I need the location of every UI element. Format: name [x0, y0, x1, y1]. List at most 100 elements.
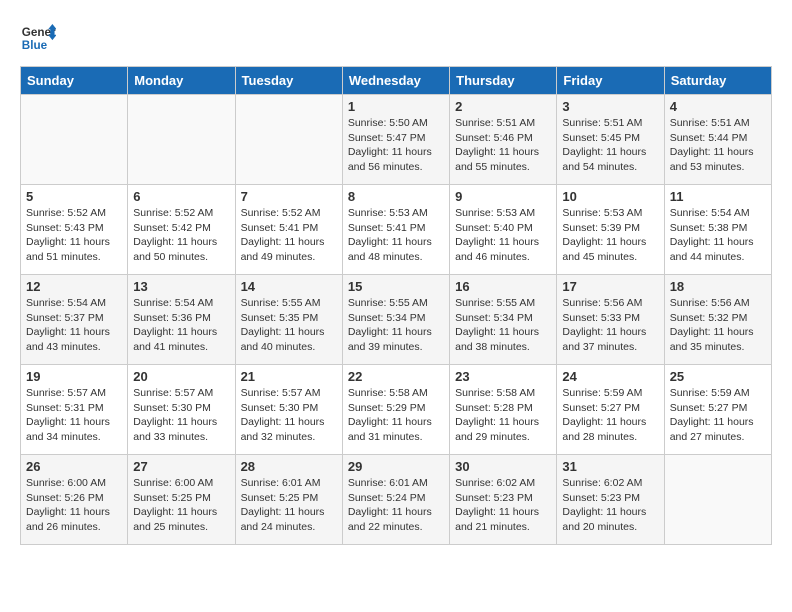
day-number: 27	[133, 459, 229, 474]
day-number: 31	[562, 459, 658, 474]
day-info: Sunrise: 6:01 AM Sunset: 5:25 PM Dayligh…	[241, 476, 337, 535]
day-info: Sunrise: 6:02 AM Sunset: 5:23 PM Dayligh…	[562, 476, 658, 535]
weekday-header-cell: Friday	[557, 67, 664, 95]
day-number: 5	[26, 189, 122, 204]
day-info: Sunrise: 5:54 AM Sunset: 5:36 PM Dayligh…	[133, 296, 229, 355]
calendar-cell: 31 Sunrise: 6:02 AM Sunset: 5:23 PM Dayli…	[557, 455, 664, 545]
day-number: 16	[455, 279, 551, 294]
day-info: Sunrise: 5:59 AM Sunset: 5:27 PM Dayligh…	[562, 386, 658, 445]
logo: General Blue	[20, 20, 60, 56]
calendar-cell: 28 Sunrise: 6:01 AM Sunset: 5:25 PM Dayli…	[235, 455, 342, 545]
day-info: Sunrise: 5:51 AM Sunset: 5:44 PM Dayligh…	[670, 116, 766, 175]
day-info: Sunrise: 5:54 AM Sunset: 5:38 PM Dayligh…	[670, 206, 766, 265]
day-info: Sunrise: 5:53 AM Sunset: 5:40 PM Dayligh…	[455, 206, 551, 265]
calendar-week-row: 5 Sunrise: 5:52 AM Sunset: 5:43 PM Daylig…	[21, 185, 772, 275]
day-info: Sunrise: 6:01 AM Sunset: 5:24 PM Dayligh…	[348, 476, 444, 535]
day-number: 9	[455, 189, 551, 204]
day-number: 28	[241, 459, 337, 474]
day-number: 4	[670, 99, 766, 114]
weekday-header-cell: Saturday	[664, 67, 771, 95]
calendar-cell: 26 Sunrise: 6:00 AM Sunset: 5:26 PM Dayli…	[21, 455, 128, 545]
day-info: Sunrise: 5:52 AM Sunset: 5:43 PM Dayligh…	[26, 206, 122, 265]
day-number: 11	[670, 189, 766, 204]
day-number: 1	[348, 99, 444, 114]
logo-icon: General Blue	[20, 20, 56, 56]
calendar-cell: 23 Sunrise: 5:58 AM Sunset: 5:28 PM Dayli…	[450, 365, 557, 455]
day-number: 8	[348, 189, 444, 204]
weekday-header-cell: Thursday	[450, 67, 557, 95]
day-number: 26	[26, 459, 122, 474]
day-info: Sunrise: 6:00 AM Sunset: 5:25 PM Dayligh…	[133, 476, 229, 535]
day-info: Sunrise: 6:00 AM Sunset: 5:26 PM Dayligh…	[26, 476, 122, 535]
day-number: 12	[26, 279, 122, 294]
day-info: Sunrise: 5:54 AM Sunset: 5:37 PM Dayligh…	[26, 296, 122, 355]
day-info: Sunrise: 5:59 AM Sunset: 5:27 PM Dayligh…	[670, 386, 766, 445]
day-number: 22	[348, 369, 444, 384]
calendar-cell: 15 Sunrise: 5:55 AM Sunset: 5:34 PM Dayli…	[342, 275, 449, 365]
day-info: Sunrise: 5:56 AM Sunset: 5:33 PM Dayligh…	[562, 296, 658, 355]
page-header: General Blue	[20, 20, 772, 56]
calendar-cell: 30 Sunrise: 6:02 AM Sunset: 5:23 PM Dayli…	[450, 455, 557, 545]
day-number: 30	[455, 459, 551, 474]
calendar-body: 1 Sunrise: 5:50 AM Sunset: 5:47 PM Daylig…	[21, 95, 772, 545]
weekday-header-cell: Monday	[128, 67, 235, 95]
calendar-week-row: 1 Sunrise: 5:50 AM Sunset: 5:47 PM Daylig…	[21, 95, 772, 185]
calendar-cell: 21 Sunrise: 5:57 AM Sunset: 5:30 PM Dayli…	[235, 365, 342, 455]
day-info: Sunrise: 5:52 AM Sunset: 5:42 PM Dayligh…	[133, 206, 229, 265]
day-info: Sunrise: 5:53 AM Sunset: 5:39 PM Dayligh…	[562, 206, 658, 265]
day-number: 2	[455, 99, 551, 114]
day-number: 3	[562, 99, 658, 114]
day-info: Sunrise: 5:51 AM Sunset: 5:45 PM Dayligh…	[562, 116, 658, 175]
calendar-week-row: 19 Sunrise: 5:57 AM Sunset: 5:31 PM Dayli…	[21, 365, 772, 455]
day-info: Sunrise: 5:53 AM Sunset: 5:41 PM Dayligh…	[348, 206, 444, 265]
day-info: Sunrise: 6:02 AM Sunset: 5:23 PM Dayligh…	[455, 476, 551, 535]
calendar-cell	[128, 95, 235, 185]
day-info: Sunrise: 5:57 AM Sunset: 5:30 PM Dayligh…	[133, 386, 229, 445]
day-number: 29	[348, 459, 444, 474]
weekday-header-cell: Tuesday	[235, 67, 342, 95]
calendar-cell: 29 Sunrise: 6:01 AM Sunset: 5:24 PM Dayli…	[342, 455, 449, 545]
weekday-header-cell: Wednesday	[342, 67, 449, 95]
day-info: Sunrise: 5:57 AM Sunset: 5:31 PM Dayligh…	[26, 386, 122, 445]
day-number: 6	[133, 189, 229, 204]
day-info: Sunrise: 5:55 AM Sunset: 5:35 PM Dayligh…	[241, 296, 337, 355]
day-number: 24	[562, 369, 658, 384]
calendar-cell: 6 Sunrise: 5:52 AM Sunset: 5:42 PM Daylig…	[128, 185, 235, 275]
day-number: 19	[26, 369, 122, 384]
calendar-cell: 13 Sunrise: 5:54 AM Sunset: 5:36 PM Dayli…	[128, 275, 235, 365]
calendar-cell: 25 Sunrise: 5:59 AM Sunset: 5:27 PM Dayli…	[664, 365, 771, 455]
day-number: 25	[670, 369, 766, 384]
day-number: 13	[133, 279, 229, 294]
day-number: 21	[241, 369, 337, 384]
day-info: Sunrise: 5:56 AM Sunset: 5:32 PM Dayligh…	[670, 296, 766, 355]
calendar-cell: 11 Sunrise: 5:54 AM Sunset: 5:38 PM Dayli…	[664, 185, 771, 275]
day-info: Sunrise: 5:58 AM Sunset: 5:28 PM Dayligh…	[455, 386, 551, 445]
calendar-cell	[664, 455, 771, 545]
day-number: 15	[348, 279, 444, 294]
calendar-week-row: 26 Sunrise: 6:00 AM Sunset: 5:26 PM Dayli…	[21, 455, 772, 545]
weekday-header-row: SundayMondayTuesdayWednesdayThursdayFrid…	[21, 67, 772, 95]
calendar-cell: 24 Sunrise: 5:59 AM Sunset: 5:27 PM Dayli…	[557, 365, 664, 455]
day-info: Sunrise: 5:51 AM Sunset: 5:46 PM Dayligh…	[455, 116, 551, 175]
calendar-cell	[235, 95, 342, 185]
day-info: Sunrise: 5:55 AM Sunset: 5:34 PM Dayligh…	[348, 296, 444, 355]
weekday-header-cell: Sunday	[21, 67, 128, 95]
calendar-cell: 9 Sunrise: 5:53 AM Sunset: 5:40 PM Daylig…	[450, 185, 557, 275]
day-info: Sunrise: 5:50 AM Sunset: 5:47 PM Dayligh…	[348, 116, 444, 175]
calendar-cell: 16 Sunrise: 5:55 AM Sunset: 5:34 PM Dayli…	[450, 275, 557, 365]
calendar-cell	[21, 95, 128, 185]
calendar-cell: 27 Sunrise: 6:00 AM Sunset: 5:25 PM Dayli…	[128, 455, 235, 545]
calendar-cell: 10 Sunrise: 5:53 AM Sunset: 5:39 PM Dayli…	[557, 185, 664, 275]
calendar-cell: 1 Sunrise: 5:50 AM Sunset: 5:47 PM Daylig…	[342, 95, 449, 185]
day-info: Sunrise: 5:52 AM Sunset: 5:41 PM Dayligh…	[241, 206, 337, 265]
calendar-cell: 17 Sunrise: 5:56 AM Sunset: 5:33 PM Dayli…	[557, 275, 664, 365]
day-number: 10	[562, 189, 658, 204]
calendar-week-row: 12 Sunrise: 5:54 AM Sunset: 5:37 PM Dayli…	[21, 275, 772, 365]
calendar-cell: 14 Sunrise: 5:55 AM Sunset: 5:35 PM Dayli…	[235, 275, 342, 365]
day-number: 17	[562, 279, 658, 294]
day-info: Sunrise: 5:57 AM Sunset: 5:30 PM Dayligh…	[241, 386, 337, 445]
calendar-cell: 20Sunrise: 5:57 AM Sunset: 5:30 PM Dayli…	[128, 365, 235, 455]
day-number: 23	[455, 369, 551, 384]
day-number: 14	[241, 279, 337, 294]
day-info: Sunrise: 5:55 AM Sunset: 5:34 PM Dayligh…	[455, 296, 551, 355]
